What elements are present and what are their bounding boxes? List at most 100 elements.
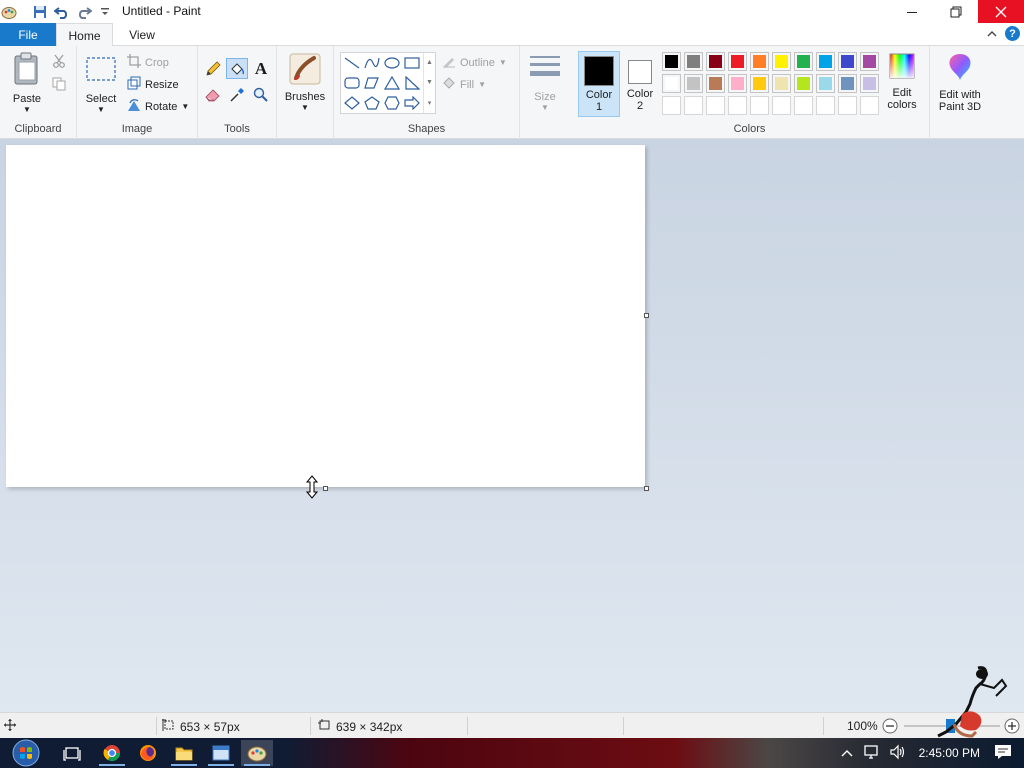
rectangle-shape-icon[interactable] xyxy=(403,55,421,71)
network-icon[interactable] xyxy=(863,744,881,763)
notifications-icon[interactable] xyxy=(994,744,1012,763)
curve-shape-icon[interactable] xyxy=(363,55,381,71)
tab-file[interactable]: File xyxy=(0,23,56,46)
palette-swatch[interactable] xyxy=(860,96,879,115)
palette-swatch[interactable] xyxy=(816,52,835,71)
redo-icon[interactable] xyxy=(75,3,93,20)
palette-swatch[interactable] xyxy=(728,52,747,71)
diamond-shape-icon[interactable] xyxy=(343,95,361,111)
help-icon[interactable]: ? xyxy=(1005,26,1020,41)
palette-swatch[interactable] xyxy=(662,96,681,115)
clipboard-group: Paste ▼ Clipboard xyxy=(0,46,77,139)
palette-swatch[interactable] xyxy=(750,74,769,93)
minimize-button[interactable] xyxy=(890,0,934,23)
drawing-canvas[interactable] xyxy=(6,145,645,487)
resize-button[interactable]: Resize xyxy=(127,76,179,93)
cut-button[interactable] xyxy=(52,54,66,71)
color2-button[interactable]: Color 2 xyxy=(622,51,658,117)
palette-swatch[interactable] xyxy=(684,96,703,115)
resize-handle-bottom[interactable] xyxy=(323,486,328,491)
palette-swatch[interactable] xyxy=(662,74,681,93)
zoom-out-icon[interactable] xyxy=(882,718,898,734)
palette-swatch[interactable] xyxy=(772,74,791,93)
magnifier-icon[interactable] xyxy=(252,86,270,104)
oval-shape-icon[interactable] xyxy=(383,55,401,71)
select-button[interactable]: Select ▼ xyxy=(83,56,119,114)
polygon-shape-icon[interactable] xyxy=(363,75,381,91)
customize-quick-access-icon[interactable] xyxy=(96,3,114,20)
palette-swatch[interactable] xyxy=(706,52,725,71)
resize-handle-corner[interactable] xyxy=(644,486,649,491)
canvas-size: 639 × 342px xyxy=(318,719,402,734)
window-app-icon[interactable] xyxy=(205,740,237,766)
size-button[interactable]: Size ▼ xyxy=(526,54,564,112)
palette-swatch[interactable] xyxy=(728,74,747,93)
right-triangle-shape-icon[interactable] xyxy=(403,75,421,91)
eraser-icon[interactable] xyxy=(204,86,222,104)
scroll-up-icon[interactable]: ▲ xyxy=(426,59,433,66)
palette-swatch[interactable] xyxy=(750,96,769,115)
right-arrow-shape-icon[interactable] xyxy=(403,95,421,111)
palette-swatch[interactable] xyxy=(684,74,703,93)
pentagon-shape-icon[interactable] xyxy=(363,95,381,111)
palette-swatch[interactable] xyxy=(860,74,879,93)
pencil-icon[interactable] xyxy=(204,60,222,78)
palette-swatch[interactable] xyxy=(816,96,835,115)
palette-swatch[interactable] xyxy=(838,96,857,115)
palette-swatch[interactable] xyxy=(728,96,747,115)
expand-gallery-icon[interactable]: ▾ xyxy=(428,99,432,107)
chrome-icon[interactable] xyxy=(96,740,128,766)
palette-swatch[interactable] xyxy=(838,52,857,71)
palette-swatch[interactable] xyxy=(706,74,725,93)
color-picker-icon[interactable] xyxy=(228,86,246,104)
palette-swatch[interactable] xyxy=(772,96,791,115)
start-button[interactable] xyxy=(6,738,46,768)
close-button[interactable] xyxy=(978,0,1024,23)
color1-button[interactable]: Color 1 xyxy=(578,51,620,117)
crop-button[interactable]: Crop xyxy=(127,54,169,71)
hexagon-shape-icon[interactable] xyxy=(383,95,401,111)
rounded-rectangle-shape-icon[interactable] xyxy=(343,75,361,91)
file-explorer-icon[interactable] xyxy=(168,740,200,766)
show-hidden-icons-icon[interactable] xyxy=(841,746,853,760)
palette-swatch[interactable] xyxy=(794,74,813,93)
text-tool-icon[interactable]: A xyxy=(252,59,270,78)
palette-swatch[interactable] xyxy=(860,52,879,71)
task-view-icon[interactable] xyxy=(56,740,88,766)
clock[interactable]: 2:45:00 PM xyxy=(919,746,980,760)
palette-swatch[interactable] xyxy=(750,52,769,71)
maximize-button[interactable] xyxy=(934,0,978,23)
tab-view[interactable]: View xyxy=(118,23,166,46)
collapse-ribbon-icon[interactable] xyxy=(987,27,997,41)
palette-swatch[interactable] xyxy=(684,52,703,71)
taskbar: 2:45:00 PM xyxy=(0,738,1024,768)
palette-swatch[interactable] xyxy=(838,74,857,93)
paint-app-icon[interactable] xyxy=(0,3,18,20)
palette-swatch[interactable] xyxy=(662,52,681,71)
tab-home[interactable]: Home xyxy=(56,23,113,47)
fill-bucket-icon[interactable] xyxy=(226,58,248,79)
palette-swatch[interactable] xyxy=(816,74,835,93)
palette-swatch[interactable] xyxy=(772,52,791,71)
paint-taskbar-icon[interactable] xyxy=(241,740,273,766)
edit-with-paint3d-button[interactable]: Edit with Paint 3D xyxy=(934,52,986,113)
undo-icon[interactable] xyxy=(53,3,71,20)
palette-swatch[interactable] xyxy=(794,96,813,115)
edit-colors-button[interactable]: Edit colors xyxy=(882,52,922,111)
line-shape-icon[interactable] xyxy=(343,55,361,71)
resize-handle-right[interactable] xyxy=(644,313,649,318)
volume-icon[interactable] xyxy=(889,744,907,763)
rotate-button[interactable]: Rotate ▼ xyxy=(127,98,189,115)
outline-button[interactable]: Outline ▼ xyxy=(442,54,507,71)
palette-swatch[interactable] xyxy=(706,96,725,115)
save-icon[interactable] xyxy=(31,3,49,20)
paste-button[interactable]: Paste ▼ xyxy=(8,52,46,114)
shapes-scrollbar[interactable]: ▲ ▼ ▾ xyxy=(423,53,435,113)
fill-button[interactable]: Fill ▼ xyxy=(442,76,486,93)
firefox-icon[interactable] xyxy=(132,740,164,766)
scroll-down-icon[interactable]: ▼ xyxy=(426,79,433,86)
palette-swatch[interactable] xyxy=(794,52,813,71)
copy-button[interactable] xyxy=(52,77,66,94)
triangle-shape-icon[interactable] xyxy=(383,75,401,91)
brushes-button[interactable]: Brushes ▼ xyxy=(283,52,327,112)
